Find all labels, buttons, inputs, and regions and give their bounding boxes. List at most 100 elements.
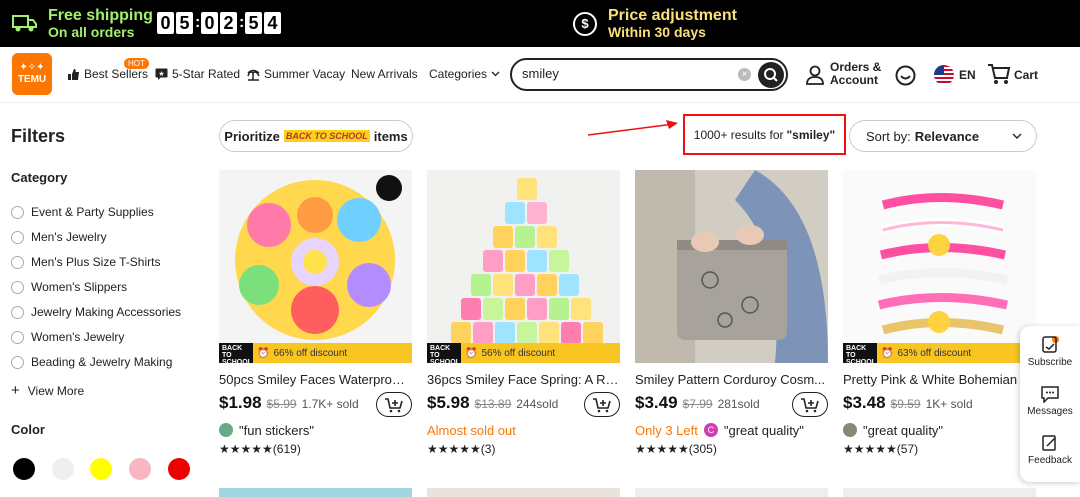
color-swatch-white[interactable] (52, 458, 74, 480)
category-option[interactable]: Men's Plus Size T-Shirts (11, 255, 160, 269)
category-option[interactable]: Event & Party Supplies (11, 205, 154, 219)
color-swatch-yellow[interactable] (90, 458, 112, 480)
product-title[interactable]: 50pcs Smiley Faces Waterproof... (219, 372, 412, 387)
price-row: $1.98 $5.99 1.7K+ sold (219, 392, 412, 417)
category-option[interactable]: Jewelry Making Accessories (11, 305, 181, 319)
category-option[interactable]: Men's Jewelry (11, 230, 107, 244)
nav-categories-label: Categories (429, 67, 488, 81)
radio-button[interactable] (11, 205, 24, 219)
radio-button[interactable] (11, 305, 24, 319)
rating-count: (57) (896, 442, 919, 456)
nav-best-sellers[interactable]: Best Sellers (67, 67, 148, 81)
orders-account-link[interactable]: Orders & Account (830, 61, 881, 87)
nav-summer-vacay[interactable]: Summer Vacay (247, 67, 345, 81)
timer-digit: 0 (157, 12, 174, 34)
subscribe-button[interactable]: Subscribe (1020, 336, 1080, 368)
add-cart-icon (385, 397, 403, 412)
free-shipping-title: Free shipping (48, 7, 153, 24)
add-to-cart-button[interactable] (792, 392, 828, 417)
price-adjustment-title: Price adjustment (608, 7, 737, 24)
color-swatch-pink[interactable] (129, 458, 151, 480)
cart-label[interactable]: Cart (1014, 68, 1038, 82)
back-to-school-tag: BACK TO SCHOOL (219, 343, 253, 363)
product-card[interactable]: Smiley Pattern Corduroy Cosm... $3.49 $7… (635, 170, 828, 456)
subscribe-icon (1042, 336, 1057, 353)
results-prefix: 1000+ results for (693, 127, 784, 142)
message-icon (1041, 386, 1059, 403)
review-tag: "great quality" (843, 421, 1036, 439)
price-row: $3.48 $9.59 1K+ sold (843, 393, 1036, 417)
review-quote: "great quality" (723, 422, 804, 438)
account-label: Account (830, 73, 878, 87)
price-adjustment-subtitle: Within 30 days (608, 24, 706, 40)
product-title[interactable]: Pretty Pink & White Bohemian (843, 372, 1036, 387)
product-image[interactable]: BACK TO SCHOOL ⏰ 63% off discount (843, 170, 1036, 363)
prioritize-back-to-school-button[interactable]: Prioritize BACK TO SCHOOL items (219, 120, 413, 152)
smiley-stickers-image (235, 175, 402, 340)
star-rating-icon: ★★★★★ (843, 442, 897, 456)
nav-five-star[interactable]: ★ 5-Star Rated (155, 67, 240, 81)
add-to-cart-button[interactable] (376, 392, 412, 417)
search-button[interactable] (758, 62, 784, 88)
category-option[interactable]: Beading & Jewelry Making (11, 355, 172, 369)
messages-button[interactable]: Messages (1020, 386, 1080, 417)
product-card[interactable]: BACK TO SCHOOL ⏰ 66% off discount 50pcs … (219, 170, 412, 456)
product-image[interactable]: BACK TO SCHOOL ⏰ 56% off discount (427, 170, 620, 363)
product-image-partial[interactable] (219, 488, 412, 497)
add-to-cart-button[interactable] (584, 392, 620, 417)
search-input[interactable] (522, 66, 722, 81)
color-swatch-red[interactable] (168, 458, 190, 480)
view-more-link[interactable]: + View More (11, 382, 84, 399)
price-adjustment-text[interactable]: Price adjustment Within 30 days (608, 7, 737, 41)
rating-count: (3) (480, 442, 496, 456)
product-image[interactable] (635, 170, 828, 363)
palm-tree-icon (247, 69, 260, 81)
sold-count: 1.7K+ sold (301, 397, 359, 411)
nav-categories[interactable]: Categories (429, 67, 500, 81)
star-rating-icon: ★★★★★ (635, 442, 689, 456)
user-icon[interactable] (806, 65, 824, 85)
product-price: $3.49 (635, 393, 678, 412)
product-image[interactable]: BACK TO SCHOOL ⏰ 66% off discount (219, 170, 412, 363)
price-row: $3.49 $7.99 281sold (635, 392, 828, 417)
timer-digit: 4 (264, 12, 281, 34)
truck-icon (12, 15, 37, 32)
product-image-partial[interactable] (843, 488, 1036, 497)
product-price: $5.98 (427, 393, 470, 412)
radio-button[interactable] (11, 280, 24, 294)
reviewer-avatar: C (703, 423, 718, 437)
nav-new-arrivals[interactable]: New Arrivals (351, 67, 418, 81)
cart-icon[interactable] (987, 63, 1011, 85)
floating-sidebar: Subscribe Messages Feedback (1020, 326, 1080, 482)
category-label: Beading & Jewelry Making (31, 355, 173, 369)
product-title[interactable]: 36pcs Smiley Face Spring: A Ra... (427, 372, 620, 387)
product-image-partial[interactable] (427, 488, 620, 497)
temu-logo[interactable]: ✦✧✦ TEMU (12, 53, 52, 95)
nav-five-star-label: 5-Star Rated (172, 67, 241, 81)
nav-new-arrivals-label: New Arrivals (351, 67, 418, 81)
feedback-button[interactable]: Feedback (1020, 434, 1080, 466)
language-selector[interactable]: EN (959, 68, 976, 82)
filters-title: Filters (11, 126, 66, 146)
product-card[interactable]: BACK TO SCHOOL ⏰ 56% off discount 36pcs … (427, 170, 620, 456)
nav-best-sellers-label: Best Sellers (84, 67, 149, 81)
product-image-partial[interactable] (635, 488, 828, 497)
product-card[interactable]: BACK TO SCHOOL ⏰ 63% off discount Pretty… (843, 170, 1036, 456)
product-title[interactable]: Smiley Pattern Corduroy Cosm... (635, 372, 828, 387)
clear-search-icon[interactable]: × (738, 68, 751, 81)
category-label: Men's Plus Size T-Shirts (31, 255, 161, 269)
thumbs-up-icon (68, 68, 79, 80)
radio-button[interactable] (11, 355, 24, 369)
radio-button[interactable] (11, 255, 24, 269)
support-smiley-icon[interactable] (895, 65, 916, 86)
discount-text: 56% off discount (481, 347, 556, 359)
us-flag-icon[interactable] (934, 65, 954, 85)
radio-button[interactable] (11, 230, 24, 244)
radio-button[interactable] (11, 330, 24, 344)
category-option[interactable]: Women's Jewelry (11, 330, 124, 344)
color-swatch-black[interactable] (13, 458, 35, 480)
sort-dropdown[interactable]: Sort by: Relevance (849, 120, 1037, 152)
category-option[interactable]: Women's Slippers (11, 280, 127, 294)
price-row: $5.98 $13.89 244sold (427, 392, 620, 417)
feedback-icon (1042, 435, 1056, 451)
